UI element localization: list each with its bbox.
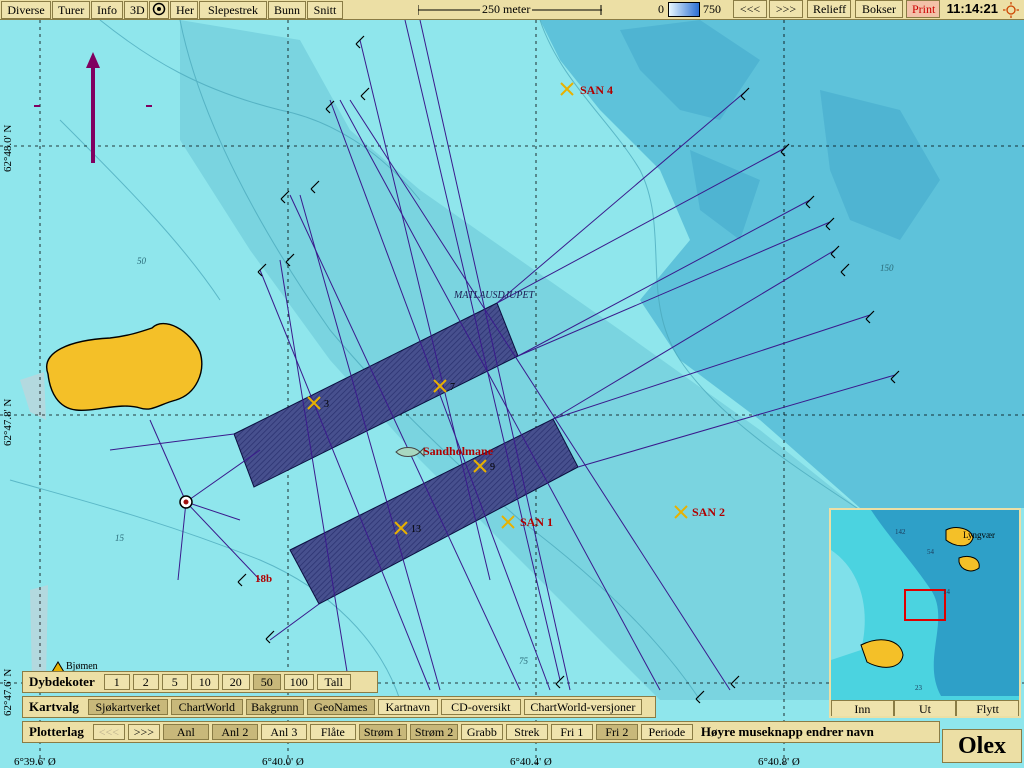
depth-label-50: 50 [137,256,147,266]
mark-3: 3 [324,399,329,410]
lat-label-3: 62°47.6' N [2,668,14,716]
overview-controls: Inn Ut Flytt [831,700,1019,716]
inset-depth-2: 54 [927,548,935,556]
dybdekoter-panel: Dybdekoter 1 2 5 10 20 50 100 Tall [22,671,378,693]
map-geonames[interactable]: GeoNames [306,699,375,715]
diverse-button[interactable]: Diverse [1,0,51,19]
map-bakgrunn[interactable]: Bakgrunn [245,699,304,715]
inset-depth-1: 142 [895,528,906,536]
layer-grabb[interactable]: Grabb [460,724,503,740]
top-toolbar: Diverse Turer Info 3D Her Slepestrek Bun… [0,0,1024,20]
layer-anl-2[interactable]: Anl 2 [211,724,258,740]
scale-label: 250 meter [480,2,533,17]
history-back-button[interactable]: <<< [733,0,767,18]
info-button[interactable]: Info [91,0,123,19]
inset-place-label: Lyngvær [963,530,995,540]
lon-label-1: 6°40.0' Ø [262,756,304,768]
bunn-button[interactable]: Bunn [268,0,306,19]
mark-9: 9 [490,462,495,473]
lon-label-2: 6°40.4' Ø [510,756,552,768]
inset-depth-3: 14 [943,588,951,596]
plotterlag-prev-button[interactable]: <<< [92,724,125,740]
map-cd-oversikt[interactable]: CD-oversikt [440,699,521,715]
depth-gradient [668,2,700,17]
olex-logo: Olex [942,729,1022,763]
depth-contour-20[interactable]: 20 [221,674,250,690]
layer-strom-2[interactable]: Strøm 2 [409,724,458,740]
depth-contour-10[interactable]: 10 [190,674,219,690]
depth-contour-tall[interactable]: Tall [316,674,351,690]
slepestrek-button[interactable]: Slepestrek [199,0,267,19]
her-button[interactable]: Her [170,0,198,19]
turer-button[interactable]: Turer [52,0,90,19]
kartvalg-panel: Kartvalg Sjøkartverket ChartWorld Bakgru… [22,696,656,718]
bokser-button[interactable]: Bokser [855,0,903,18]
depth-label-75: 75 [519,656,529,666]
dybdekoter-label: Dybdekoter [29,674,95,689]
depth-label-150: 150 [880,263,894,273]
zoom-out-button[interactable]: Ut [893,700,957,716]
sun-icon[interactable] [1003,2,1019,18]
layer-flate[interactable]: Flåte [309,724,356,740]
mark-san1: SAN 1 [520,515,553,529]
relieff-button[interactable]: Relieff [807,0,851,18]
clock: 11:14:21 [946,1,998,16]
depth-contour-1[interactable]: 1 [103,674,130,690]
depth-contour-5[interactable]: 5 [161,674,188,690]
print-button[interactable]: Print [906,0,940,18]
area-name-label: MATLAUSDJUPET [453,290,536,301]
zoom-in-button[interactable]: Inn [831,700,894,716]
mark-san2: SAN 2 [692,505,725,519]
overview-map-canvas[interactable]: Lyngvær 142 54 14 23 [831,510,1019,696]
lat-label-1: 62°48.0' N [2,124,14,172]
lon-label-3: 6°40.8' Ø [758,756,800,768]
lat-label-2: 62°47.8' N [2,398,14,446]
mark-san4: SAN 4 [580,83,613,97]
plotterlag-hint: Høyre museknapp endrer navn [700,724,874,739]
fish-label: Sandholmane [423,444,494,458]
map-chartworld-versjoner[interactable]: ChartWorld-versjoner [523,699,642,715]
layer-fri-1[interactable]: Fri 1 [550,724,593,740]
depth-contour-100[interactable]: 100 [283,674,314,690]
map-kartnavn[interactable]: Kartnavn [377,699,438,715]
mark-13: 13 [411,524,421,535]
layer-periode[interactable]: Periode [640,724,693,740]
overview-map[interactable]: Lyngvær 142 54 14 23 Inn Ut Flytt [829,508,1021,718]
plotterlag-label: Plotterlag [29,724,84,739]
3d-button[interactable]: 3D [124,0,148,19]
kartvalg-label: Kartvalg [29,699,79,714]
lon-label-0: 6°39.6' Ø [14,756,56,768]
depth-label-15: 15 [115,533,125,543]
snitt-button[interactable]: Snitt [307,0,343,19]
plotterlag-next-button[interactable]: >>> [127,724,160,740]
move-button[interactable]: Flytt [956,700,1019,716]
layer-strom-1[interactable]: Strøm 1 [358,724,407,740]
plotterlag-panel: Plotterlag <<< >>> Anl Anl 2 Anl 3 Flåte… [22,721,940,743]
mark-18b: 18b [255,573,272,585]
layer-anl[interactable]: Anl [162,724,209,740]
inset-depth-4: 23 [915,684,923,692]
map-sjokartverket[interactable]: Sjøkartverket [87,699,168,715]
depth-max-label: 750 [703,2,721,16]
map-chartworld[interactable]: ChartWorld [170,699,243,715]
center-target-icon[interactable] [149,0,169,19]
mark-7: 7 [450,382,455,393]
depth-min-label: 0 [658,2,664,16]
layer-strek[interactable]: Strek [505,724,548,740]
layer-fri-2[interactable]: Fri 2 [595,724,638,740]
depth-contour-50[interactable]: 50 [252,674,281,690]
history-forward-button[interactable]: >>> [769,0,803,18]
scale-bar: 250 meter [418,2,602,18]
position-marker [179,495,193,509]
layer-anl-3[interactable]: Anl 3 [260,724,307,740]
depth-contour-2[interactable]: 2 [132,674,159,690]
